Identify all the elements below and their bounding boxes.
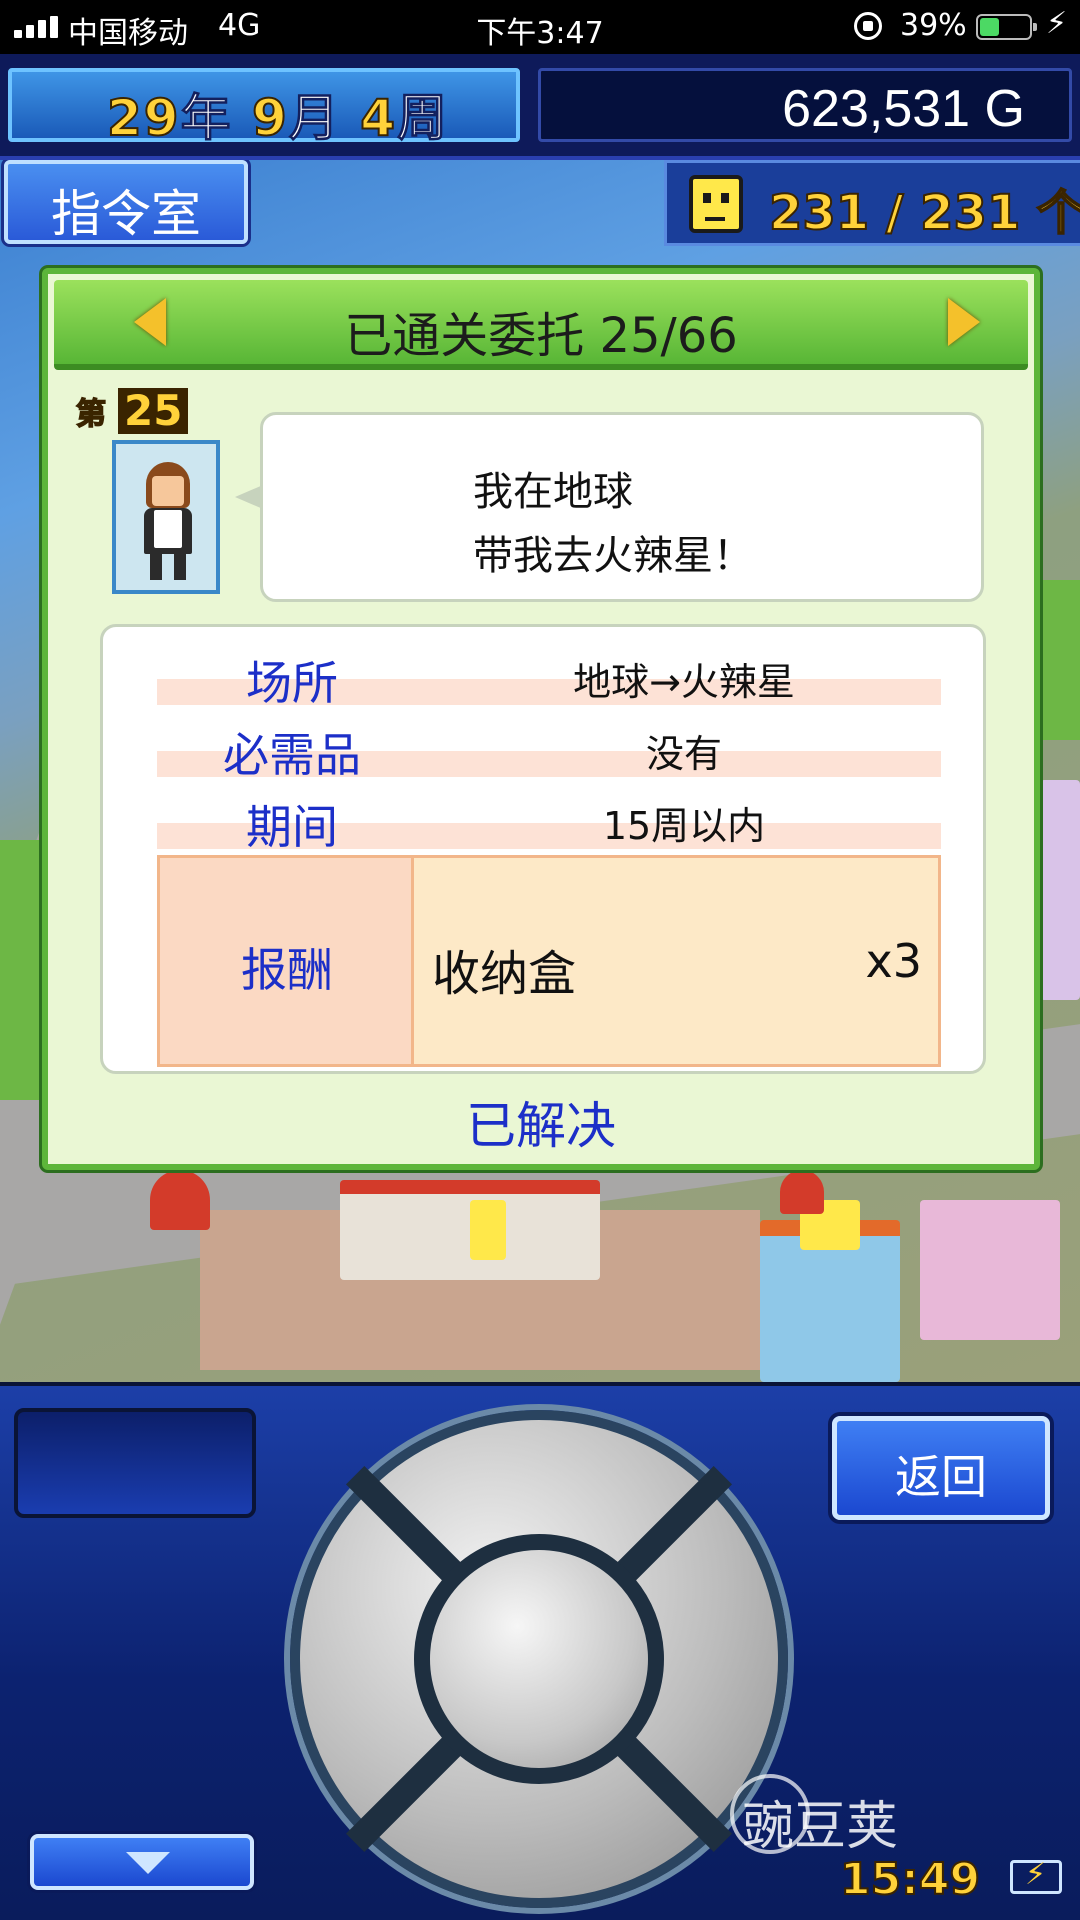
building — [920, 1200, 1060, 1340]
date-text: 29年 9月 4周 — [106, 78, 450, 150]
row-value: 没有 — [645, 732, 722, 776]
request-status: 已解决 — [466, 1097, 616, 1155]
month-number: 9 — [251, 88, 289, 148]
tower — [780, 1170, 824, 1214]
reward-quantity: x3 — [865, 934, 923, 988]
dialog-header: 已通关委托 25/66 — [54, 280, 1028, 370]
command-room-tab[interactable]: 指令室 — [4, 160, 248, 244]
command-room-label: 指令室 — [51, 185, 201, 243]
controller-panel: 返回 豌豆荚 15:49 ⚡ — [0, 1382, 1080, 1920]
next-arrow-icon[interactable] — [948, 298, 980, 346]
dialog-title: 已通关委托 25/66 — [344, 308, 738, 364]
row-label: 场所 — [246, 656, 338, 710]
game-clock: 15:49 — [839, 1853, 981, 1906]
request-info-table: 场所 地球→火辣星 必需品 没有 期间 15周以内 报酬 收纳盒 x3 — [100, 624, 986, 1074]
reward-label: 报酬 — [241, 943, 333, 997]
game-battery-icon: ⚡ — [1010, 1857, 1062, 1894]
top-hud: 29年 9月 4周 623,531 G — [0, 54, 1080, 160]
battery-icon — [976, 14, 1037, 40]
week-number: 4 — [359, 88, 398, 148]
info-row-period: 期间 15周以内 — [157, 785, 941, 857]
scroll-down-button[interactable] — [30, 1834, 254, 1890]
mascot — [470, 1200, 506, 1260]
speech-line-2: 带我去火辣星！ — [473, 533, 753, 579]
reward-item: 收纳盒 — [432, 946, 577, 1002]
reward-label-cell: 报酬 — [160, 858, 414, 1064]
request-dialog: 已通关委托 25/66 第 25 我在地球 带我去火辣星！ 场所 地球→火辣星 必… — [42, 268, 1040, 1170]
speech-line-1: 我在地球 — [473, 469, 633, 515]
rotation-lock-icon — [854, 12, 882, 40]
back-button[interactable]: 返回 — [832, 1416, 1050, 1520]
tower — [150, 1170, 210, 1230]
info-row-required-items: 必需品 没有 — [157, 713, 941, 785]
status-bar: 中国移动 4G 下午3:47 39% ⚡ — [0, 0, 1080, 54]
bolt-icon: ⚡ — [1046, 6, 1068, 41]
money-display: 623,531 G — [538, 68, 1072, 142]
row-label: 必需品 — [223, 728, 361, 782]
rank-prefix: 第 — [75, 396, 107, 433]
client-portrait — [112, 440, 220, 594]
dpad-center-button[interactable] — [414, 1534, 664, 1784]
row-value: 地球→火辣星 — [573, 660, 795, 704]
year-unit: 年 — [180, 89, 233, 148]
watermark-text: 豌豆荚 — [742, 1797, 899, 1857]
week-unit: 周 — [397, 89, 450, 148]
money-amount: 623,531 G — [782, 80, 1025, 138]
request-rank: 第 25 — [75, 388, 189, 434]
rank-number: 25 — [118, 388, 189, 434]
empty-slot — [14, 1408, 256, 1518]
directional-pad[interactable] — [290, 1410, 788, 1908]
info-row-location: 场所 地球→火辣星 — [157, 641, 941, 713]
battery-percent: 39% — [900, 8, 967, 43]
smiley-block-icon — [689, 175, 743, 233]
date-display: 29年 9月 4周 — [8, 68, 520, 148]
population-count: 231 / 231 个 — [768, 184, 1080, 242]
population-counter: 231 / 231 个 — [664, 160, 1080, 246]
row-value: 15周以内 — [602, 804, 766, 848]
month-unit: 月 — [288, 89, 341, 148]
row-label: 期间 — [246, 800, 338, 854]
reward-row: 报酬 收纳盒 x3 — [157, 855, 941, 1067]
down-arrow-icon — [126, 1852, 170, 1874]
back-button-label: 返回 — [895, 1450, 987, 1504]
building — [1040, 780, 1080, 1000]
year-number: 29 — [106, 88, 181, 148]
speech-bubble: 我在地球 带我去火辣星！ — [235, 412, 984, 602]
